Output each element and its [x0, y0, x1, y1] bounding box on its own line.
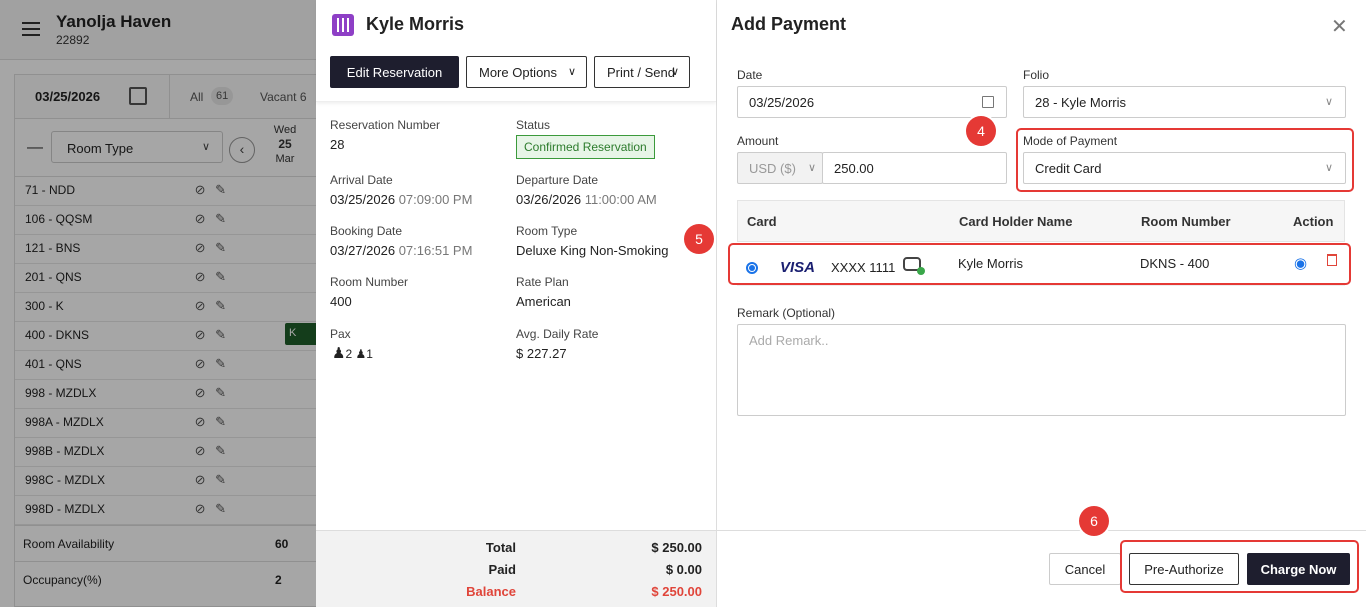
- print-send-button[interactable]: Print / Send ∨: [594, 56, 690, 88]
- currency-select[interactable]: USD ($) ∨: [737, 152, 823, 184]
- room-type-value: Deluxe King Non-Smoking: [516, 243, 669, 258]
- departure-date: 03/26/2026 11:00:00 AM: [516, 192, 657, 207]
- booking-date-value: 03/27/2026: [330, 243, 396, 258]
- reservation-number-label: Reservation Number: [330, 118, 441, 132]
- adr-label: Avg. Daily Rate: [516, 327, 599, 341]
- chevron-down-icon: ∨: [567, 66, 576, 78]
- paid-value: $ 0.00: [665, 562, 702, 577]
- date-field[interactable]: 03/25/2026: [737, 86, 1007, 118]
- arrival-date-value: 03/25/2026: [330, 192, 396, 207]
- close-icon[interactable]: ✕: [1331, 14, 1348, 39]
- booking-time: 07:16:51 PM: [398, 243, 473, 258]
- room-number-value: 400: [330, 294, 352, 309]
- reservation-panel: Kyle Morris Edit Reservation More Option…: [316, 0, 717, 607]
- print-send-label: Print / Send: [607, 65, 675, 80]
- currency-value: USD ($): [749, 161, 796, 176]
- highlight-card-row: [728, 243, 1351, 285]
- panel-title: Add Payment: [731, 14, 847, 34]
- col-room: Room Number: [1141, 214, 1231, 229]
- building-icon: [332, 14, 354, 36]
- step-badge-6: 6: [1079, 506, 1109, 536]
- guest-name: Kyle Morris: [366, 14, 465, 34]
- remark-placeholder: Add Remark..: [749, 333, 829, 348]
- departure-date-value: 03/26/2026: [516, 192, 582, 207]
- arrival-date: 03/25/2026 07:09:00 PM: [330, 192, 472, 207]
- balance-label: Balance: [466, 584, 516, 599]
- arrival-time: 07:09:00 PM: [398, 192, 473, 207]
- card-table-header: Card Card Holder Name Room Number Action: [737, 200, 1345, 242]
- departure-date-label: Departure Date: [516, 173, 599, 187]
- more-options-label: More Options: [479, 65, 558, 80]
- booking-date-label: Booking Date: [330, 224, 403, 238]
- amount-label: Amount: [737, 134, 779, 148]
- departure-time: 11:00:00 AM: [584, 192, 657, 207]
- pax-value: ♟2 ♟1: [332, 344, 373, 362]
- add-payment-panel: Add Payment ✕ Date 03/25/2026 Folio 28 -…: [717, 0, 1366, 607]
- child-icon: ♟: [355, 347, 367, 361]
- highlight-mode-of-payment: [1016, 128, 1354, 192]
- reservation-number: 28: [330, 137, 345, 152]
- edit-reservation-button[interactable]: Edit Reservation: [330, 56, 459, 88]
- remark-textarea[interactable]: Add Remark..: [737, 324, 1346, 416]
- adults-count: 2: [345, 347, 353, 361]
- cancel-button[interactable]: Cancel: [1049, 553, 1121, 585]
- total-value: $ 250.00: [651, 540, 702, 555]
- totals-summary: Total $ 250.00 Paid $ 0.00 Balance $ 250…: [316, 530, 716, 607]
- rate-plan-label: Rate Plan: [516, 275, 569, 289]
- adult-icon: ♟: [332, 345, 346, 362]
- status-badge: Confirmed Reservation: [516, 135, 655, 159]
- rate-plan-value: American: [516, 294, 571, 309]
- col-card: Card: [747, 214, 777, 229]
- more-options-button[interactable]: More Options ∨: [466, 56, 587, 88]
- folio-value: 28 - Kyle Morris: [1035, 95, 1127, 110]
- paid-label: Paid: [488, 562, 516, 577]
- date-label: Date: [737, 68, 763, 82]
- booking-date: 03/27/2026 07:16:51 PM: [330, 243, 472, 258]
- calendar-icon[interactable]: [982, 96, 994, 108]
- total-label: Total: [485, 540, 516, 555]
- col-action: Action: [1293, 214, 1334, 229]
- status-label: Status: [516, 118, 551, 132]
- remark-label: Remark (Optional): [737, 306, 836, 320]
- pax-label: Pax: [330, 327, 351, 341]
- edit-reservation-label: Edit Reservation: [346, 65, 443, 80]
- folio-select[interactable]: 28 - Kyle Morris ∨: [1023, 86, 1346, 118]
- app-root: Yanolja Haven 22892 03/25/2026 All 61 Va…: [0, 0, 1366, 607]
- room-number-label: Room Number: [330, 275, 409, 289]
- adr-value: $ 227.27: [516, 346, 567, 361]
- step-badge-5: 5: [684, 224, 714, 254]
- chevron-down-icon: ∨: [807, 162, 816, 174]
- chevron-down-icon: ∨: [670, 66, 679, 78]
- cancel-label: Cancel: [1064, 562, 1106, 577]
- step-badge-4: 4: [966, 116, 996, 146]
- col-holder: Card Holder Name: [959, 214, 1073, 229]
- arrival-date-label: Arrival Date: [330, 173, 393, 187]
- amount-value: 250.00: [834, 161, 874, 176]
- date-value: 03/25/2026: [749, 95, 815, 110]
- room-type-label: Room Type: [516, 224, 578, 238]
- reservation-header: Kyle Morris Edit Reservation More Option…: [316, 0, 716, 102]
- folio-label: Folio: [1023, 68, 1050, 82]
- children-count: 1: [366, 347, 373, 361]
- amount-input[interactable]: 250.00: [822, 152, 1007, 184]
- balance-value: $ 250.00: [651, 584, 702, 599]
- highlight-action-buttons: [1120, 540, 1359, 593]
- chevron-down-icon: ∨: [1324, 96, 1333, 108]
